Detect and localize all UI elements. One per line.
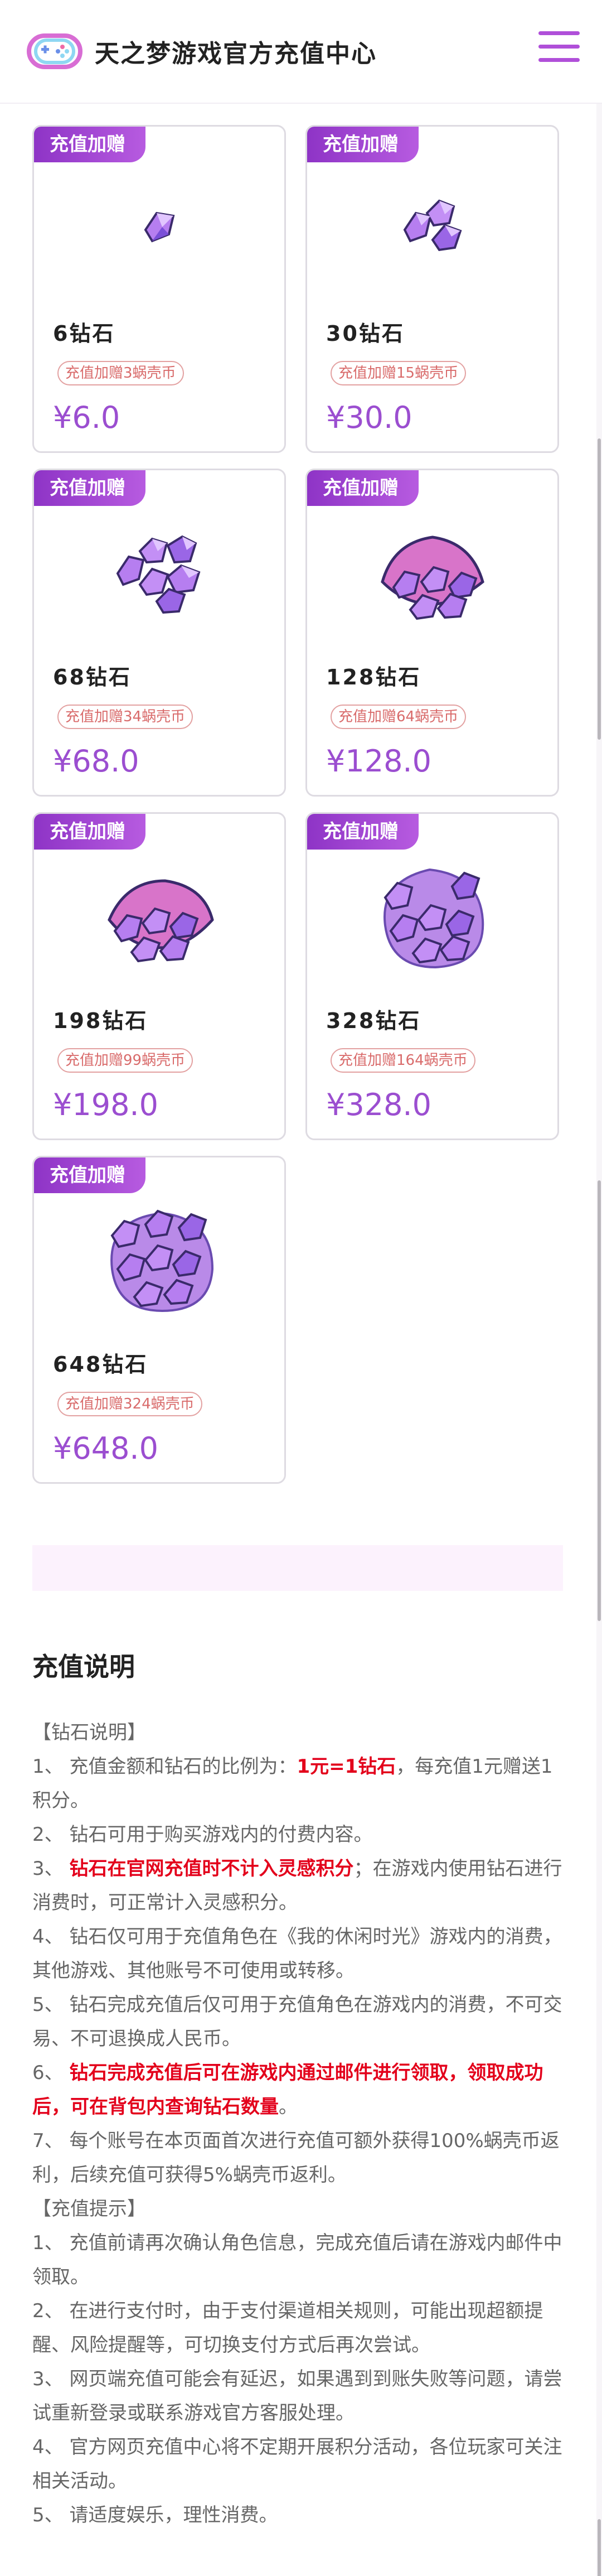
note-text: 3、 (32, 1858, 70, 1880)
product-card-6[interactable]: 充值加赠 6钻石 充值加赠3蜗壳币 ¥6.0 (32, 125, 286, 453)
price: ¥328.0 (326, 1087, 431, 1122)
bonus-tag: 充值加赠64蜗壳币 (331, 705, 467, 729)
note-text: 。 (279, 2096, 298, 2118)
tip-item: 1、 充值前请再次确认角色信息，完成充值后请在游戏内邮件中领取。 (32, 2232, 562, 2288)
recharge-notes: 充值说明 【钻石说明】 1、 充值金额和钻石的比例为：1元=1钻石，每充值1元赠… (32, 1647, 567, 2532)
bonus-badge: 充值加赠 (34, 470, 145, 506)
tip-item: 2、 在进行支付时，由于支付渠道相关规则，可能出现超额提醒、风险提醒等，可切换支… (32, 2300, 543, 2356)
bonus-tag: 充值加赠15蜗壳币 (331, 361, 467, 385)
bonus-tag: 充值加赠3蜗壳币 (57, 361, 184, 385)
scrollbar-thumb[interactable] (598, 2519, 601, 2576)
diamond-icon (403, 199, 462, 252)
product-name: 198钻石 (53, 1009, 148, 1033)
hamburger-menu-icon[interactable] (538, 31, 580, 68)
game-controller-logo-icon[interactable] (25, 21, 85, 81)
diamond-image (307, 858, 557, 970)
tip-item: 3、 网页端充值可能会有延迟，如果遇到到账失败等问题，请尝试重新登录或联系游戏官… (32, 2368, 562, 2424)
diamond-bag-icon (380, 536, 484, 620)
note-item: 6、 钻石完成充值后可在游戏内通过邮件进行领取，领取成功后，可在背包内查询钻石数… (32, 2056, 567, 2124)
gem-section-header: 【钻石说明】 (32, 1721, 146, 1744)
diamond-image (307, 171, 557, 283)
product-name: 328钻石 (326, 1009, 421, 1033)
diamond-image (34, 1202, 284, 1314)
product-card-648[interactable]: 充值加赠 648钻石 充值加赠324蜗壳币 ¥648.0 (32, 1156, 286, 1484)
product-name: 648钻石 (53, 1352, 148, 1377)
price: ¥30.0 (326, 400, 412, 435)
diamond-image (307, 515, 557, 626)
tip-item: 5、 请适度娱乐，理性消费。 (32, 2504, 278, 2526)
note-highlight: 钻石在官网充值时不计入灵感积分 (69, 1858, 354, 1880)
scrollbar-thumb[interactable] (598, 1180, 601, 1621)
product-card-198[interactable]: 充值加赠 198钻石 充值加赠99蜗壳币 ¥198.0 (32, 812, 286, 1140)
diamond-bag-icon (383, 868, 484, 969)
note-highlight: 1元=1钻石 (297, 1755, 396, 1778)
notes-title: 充值说明 (32, 1652, 135, 1682)
bonus-badge: 充值加赠 (307, 127, 419, 162)
product-card-128[interactable]: 充值加赠 128钻石 充值加赠64蜗壳币 ¥128.0 (305, 469, 559, 797)
header: 天之梦游戏官方充值中心 (0, 0, 602, 104)
product-card-30[interactable]: 充值加赠 30钻石 充值加赠15蜗壳币 ¥30.0 (305, 125, 559, 453)
bonus-tag: 充值加赠34蜗壳币 (57, 705, 193, 729)
product-card-328[interactable]: 充值加赠 328钻石 充值加赠164蜗壳币 ¥328.0 (305, 812, 559, 1140)
bonus-badge: 充值加赠 (34, 814, 145, 850)
price: ¥6.0 (53, 400, 120, 435)
bonus-tag: 充值加赠99蜗壳币 (57, 1048, 193, 1073)
diamond-pile-icon (116, 535, 200, 614)
note-text: 1、 充值金额和钻石的比例为： (32, 1755, 297, 1778)
bonus-badge: 充值加赠 (34, 1157, 145, 1193)
diamond-icon (144, 211, 174, 243)
product-name: 30钻石 (326, 321, 405, 346)
bonus-badge: 充值加赠 (307, 470, 419, 506)
tip-item: 4、 官方网页充值中心将不定期开展积分活动，各位玩家可关注相关活动。 (32, 2436, 562, 2492)
note-item: 1、 充值金额和钻石的比例为：1元=1钻石，每充值1元赠送1积分。 (32, 1750, 567, 1818)
note-item: 3、 钻石在官网充值时不计入灵感积分；在游戏内使用钻石进行消费时，可正常计入灵感… (32, 1852, 567, 1920)
bonus-tag: 充值加赠164蜗壳币 (331, 1048, 475, 1073)
note-item: 5、 钻石完成充值后仅可用于充值角色在游戏内的消费，不可交易、不可退换成人民币。 (32, 1994, 562, 2050)
bonus-tag: 充值加赠324蜗壳币 (57, 1392, 202, 1416)
diamond-image (34, 515, 284, 626)
note-item: 7、 每个账号在本页面首次进行充值可额外获得100%蜗壳币返利，后续充值可获得5… (32, 2130, 560, 2186)
diamond-image (34, 171, 284, 283)
price: ¥128.0 (326, 744, 431, 779)
bonus-badge: 充值加赠 (307, 814, 419, 850)
product-name: 68钻石 (53, 665, 132, 689)
section-divider (32, 1545, 563, 1591)
product-name: 128钻石 (326, 665, 421, 689)
price: ¥68.0 (53, 744, 139, 779)
note-text: 6、 (32, 2062, 70, 2084)
diamond-bag-icon (107, 879, 214, 963)
bonus-badge: 充值加赠 (34, 127, 145, 162)
diamond-image (34, 858, 284, 970)
site-title: 天之梦游戏官方充值中心 (95, 40, 377, 68)
recharge-page: 天之梦游戏官方充值中心 充值加赠 6钻石 充值加赠3蜗壳币 ¥6.0 充值加赠 … (0, 0, 602, 2576)
note-item: 2、 钻石可用于购买游戏内的付费内容。 (32, 1824, 373, 1846)
diamond-bag-icon (110, 1209, 213, 1313)
product-name: 6钻石 (53, 321, 115, 346)
note-item: 4、 钻石仅可用于充值角色在《我的休闲时光》游戏内的消费，其他游戏、其他账号不可… (32, 1926, 562, 1982)
tips-section-header: 【充值提示】 (32, 2198, 146, 2220)
price: ¥648.0 (53, 1431, 158, 1466)
scrollbar-thumb[interactable] (598, 438, 601, 740)
scrollbar-track[interactable] (596, 104, 602, 2576)
product-card-68[interactable]: 充值加赠 68钻石 充值加赠34蜗壳币 ¥68.0 (32, 469, 286, 797)
price: ¥198.0 (53, 1087, 158, 1122)
